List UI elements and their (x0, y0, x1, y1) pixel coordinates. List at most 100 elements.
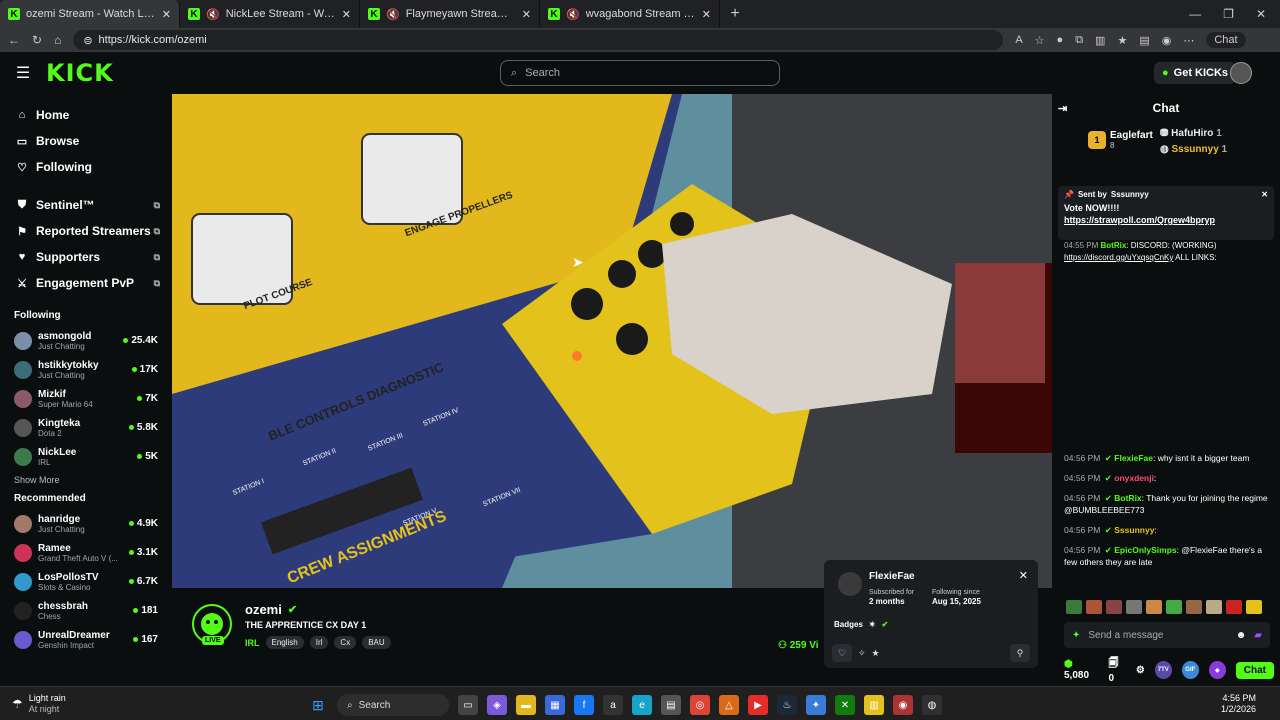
sidebar-item-home[interactable]: ⌂ Home (0, 102, 172, 128)
show-more-button[interactable]: Show More (0, 471, 172, 487)
get-kicks-button[interactable]: ● Get KICKs (1154, 62, 1237, 84)
file-explorer-icon[interactable]: ▬ (516, 695, 536, 715)
mute-icon[interactable]: 🔇 (206, 8, 220, 21)
home-icon[interactable]: ⌂ (54, 33, 61, 47)
emote-icon[interactable] (1126, 600, 1142, 614)
pinned-link[interactable]: https://strawpoll.com/Qrgew4bpryp (1064, 215, 1268, 225)
obs-icon[interactable]: ◍ (922, 695, 942, 715)
close-tab-icon[interactable]: ✕ (162, 8, 171, 21)
url-field[interactable]: ⊜ https://kick.com/ozemi (73, 30, 1004, 50)
star-icon[interactable]: ★ (872, 648, 880, 659)
minimize-icon[interactable]: — (1189, 7, 1201, 21)
leader-row[interactable]: ◍ Sssunnyy 1 (1160, 142, 1227, 158)
channel-item[interactable]: hanridge Just Chatting 4.9K (0, 509, 172, 538)
favorite-icon[interactable]: ☆ (1035, 34, 1045, 47)
close-tab-icon[interactable]: ✕ (342, 8, 351, 21)
menu-icon[interactable]: ☰ (0, 63, 46, 83)
store-icon[interactable]: ▦ (545, 695, 565, 715)
chat-username[interactable]: onyxdenji (1114, 473, 1154, 483)
favorites-icon[interactable]: ★ (1117, 34, 1127, 47)
bot-icon[interactable]: ◆ (1208, 661, 1226, 679)
7tv-icon[interactable]: 7TV (1154, 661, 1172, 679)
edge-icon[interactable]: e (632, 695, 652, 715)
new-tab-button[interactable]: + (720, 5, 750, 23)
calculator-icon[interactable]: ▤ (661, 695, 681, 715)
emote-icon[interactable] (1086, 600, 1102, 614)
streamer-name[interactable]: ozemi (245, 602, 282, 617)
read-aloud-icon[interactable]: A (1015, 34, 1022, 46)
site-info-icon[interactable]: ⊜ (83, 34, 92, 47)
notes-icon[interactable]: ▥ (864, 695, 884, 715)
sidebar-item-engagement-pvp[interactable]: ⚔ Engagement PvP ⧉ (0, 270, 172, 296)
system-clock[interactable]: 4:56 PM 1/2/2026 (1221, 693, 1256, 715)
copilot-icon[interactable]: ◈ (487, 695, 507, 715)
task-view-icon[interactable]: ▭ (458, 695, 478, 715)
chat-link[interactable]: https://discord.gg/uYxqsqCnKy (1064, 253, 1173, 262)
channel-item[interactable]: Mizkif Super Mario 64 7K (0, 384, 172, 413)
browser-tab-1[interactable]: K ozemi Stream - Watch Live on ✕ (0, 0, 180, 28)
follow-heart-icon[interactable]: ♡ (832, 644, 852, 662)
sidebar-item-following[interactable]: ♡ Following (0, 154, 172, 180)
leader-top[interactable]: 1 Eaglefart 8 (1088, 130, 1153, 150)
emote-icon[interactable] (1206, 600, 1222, 614)
mute-user-icon[interactable]: ⚲ (1010, 644, 1030, 662)
reload-icon[interactable]: ↻ (32, 33, 42, 47)
points-display[interactable]: ⬢ 5,080 (1064, 659, 1099, 681)
xbox-icon[interactable]: ✕ (835, 695, 855, 715)
emoji-icon[interactable]: ☻ (1236, 630, 1247, 641)
emote-icon[interactable] (1146, 600, 1162, 614)
chat-username[interactable]: FlexieFae (1114, 453, 1153, 463)
kick-logo[interactable]: KICK (46, 59, 114, 87)
channel-item[interactable]: LosPollosTV Slots & Casino 6.7K (0, 567, 172, 596)
steam-icon[interactable]: ♨ (777, 695, 797, 715)
emote-icon[interactable] (1246, 600, 1262, 614)
emote-icon[interactable] (1106, 600, 1122, 614)
emote-icon[interactable] (1226, 600, 1242, 614)
back-icon[interactable]: ← (8, 33, 20, 47)
sidebar-item-browse[interactable]: ▭ Browse (0, 128, 172, 154)
app-icon[interactable]: △ (719, 695, 739, 715)
split-screen-icon[interactable]: ▥ (1095, 34, 1105, 47)
mute-icon[interactable]: 🔇 (566, 8, 580, 21)
sidebar-item-reported-streamers[interactable]: ⚑ Reported Streamers ⧉ (0, 218, 172, 244)
collapse-chat-icon[interactable]: ⇥ (1058, 102, 1067, 115)
sent-by-user[interactable]: Sssunnyy (1111, 190, 1149, 199)
profile-icon[interactable]: ◉ (1162, 34, 1172, 47)
user-card-name[interactable]: FlexieFae (869, 571, 915, 582)
windows-start-icon[interactable]: ⊞ (308, 695, 328, 715)
unpin-icon[interactable]: ✕ (1261, 190, 1268, 199)
amazon-icon[interactable]: a (603, 695, 623, 715)
browser-tab-4[interactable]: K 🔇 wvagabond Stream - Watch Li ✕ (540, 0, 720, 28)
emote-icon[interactable] (1186, 600, 1202, 614)
chat-username[interactable]: EpicOnlySimps (1114, 545, 1176, 555)
chat-username[interactable]: Sssunnyy (1114, 525, 1154, 535)
app-icon[interactable]: ✦ (806, 695, 826, 715)
collections-icon[interactable]: ▤ (1139, 34, 1149, 47)
stream-tag[interactable]: BAU (362, 636, 391, 649)
extension-icon[interactable]: ▰ (1254, 630, 1262, 641)
chat-input[interactable]: ✦ Send a message ☻ ▰ (1064, 622, 1270, 648)
channel-item[interactable]: UnrealDreamer Genshin Impact 167 (0, 625, 172, 654)
video-player[interactable]: PLOT COURSE ENGAGE PROPELLERS BLE CONTRO… (172, 94, 1052, 588)
user-avatar[interactable] (1230, 62, 1252, 84)
channel-item[interactable]: hstikkytokky Just Chatting 17K (0, 355, 172, 384)
extension-icon[interactable]: ● (1057, 34, 1064, 46)
leader-row[interactable]: ⛃ HafuHiro 1 (1160, 126, 1227, 142)
extensions-icon[interactable]: ⧉ (1075, 34, 1083, 47)
stream-category[interactable]: IRL (245, 638, 260, 648)
channel-item[interactable]: chessbrah Chess 181 (0, 596, 172, 625)
stream-tag[interactable]: English (265, 636, 304, 649)
gif-icon[interactable]: GIF (1181, 661, 1199, 679)
close-tab-icon[interactable]: ✕ (702, 8, 711, 21)
search-input[interactable]: ⌕ Search (500, 60, 780, 86)
stream-tag[interactable]: Irl (309, 636, 329, 649)
channel-item[interactable]: Kingteka Dota 2 5.8K (0, 413, 172, 442)
close-tab-icon[interactable]: ✕ (522, 8, 531, 21)
stream-tag[interactable]: Cx (334, 636, 357, 649)
youtube-icon[interactable]: ▶ (748, 695, 768, 715)
channel-item[interactable]: NickLee IRL 5K (0, 442, 172, 471)
channel-item[interactable]: Ramee Grand Theft Auto V (... 3.1K (0, 538, 172, 567)
channel-item[interactable]: asmongold Just Chatting 25.4K (0, 326, 172, 355)
browser-tab-3[interactable]: K 🔇 Flaymeyawn Stream - Watch Live o ✕ (360, 0, 540, 28)
chat-username[interactable]: BotRix (1100, 241, 1126, 250)
